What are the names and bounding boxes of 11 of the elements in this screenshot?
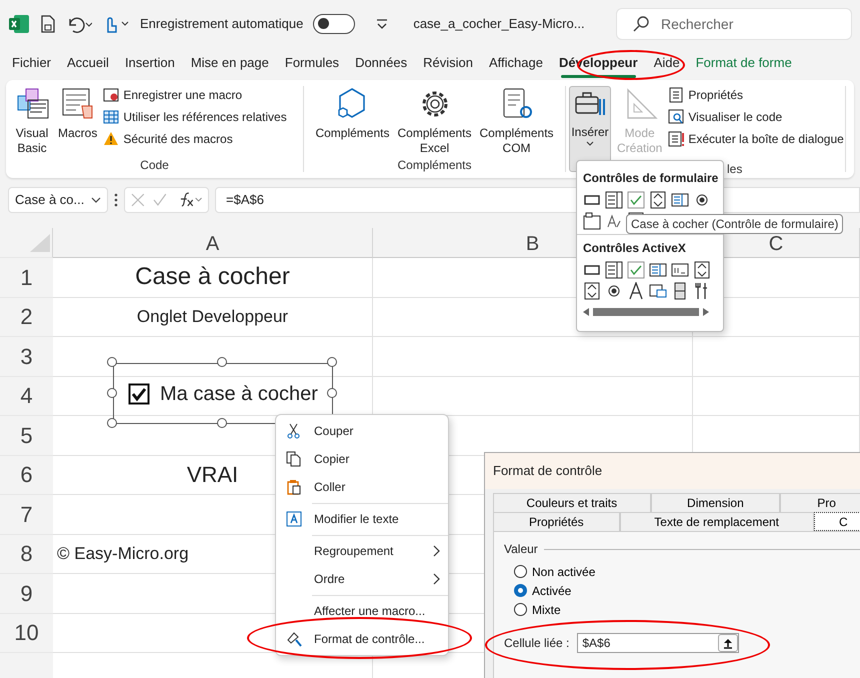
- field-label: Cellule liée :: [504, 635, 570, 652]
- group-label: Code: [139, 157, 170, 172]
- group-label: Compléments: [396, 157, 473, 172]
- group-label: Valeur: [504, 541, 538, 558]
- dialog-title: Format de contrôle: [485, 453, 860, 489]
- autosave-label: Enregistrement automatique: [140, 15, 304, 34]
- section-title: Contrôles de formulaire: [583, 170, 717, 187]
- section-title: Contrôles ActiveX: [583, 240, 687, 257]
- file-name: case_a_cocher_Easy-Micro...: [413, 15, 585, 34]
- group-label: les: [727, 161, 742, 176]
- tooltip: Case à cocher (Contrôle de formulaire): [626, 214, 844, 234]
